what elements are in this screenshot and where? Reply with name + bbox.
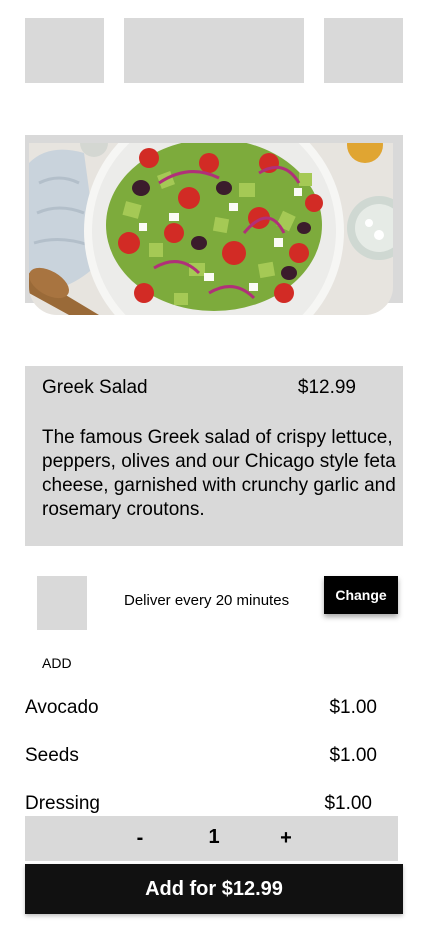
add-to-cart-button[interactable]: Add for $12.99 (25, 864, 403, 914)
delivery-frequency-text: Deliver every 20 minutes (124, 592, 290, 609)
quantity-value: 1 (208, 826, 220, 848)
change-delivery-button[interactable]: Change (324, 576, 398, 614)
header-right-placeholder[interactable] (324, 18, 403, 83)
header-left-placeholder[interactable] (25, 18, 104, 83)
increase-quantity-button[interactable]: + (271, 816, 301, 861)
greek-salad-image (29, 143, 393, 315)
addon-name-seeds[interactable]: Seeds (25, 745, 79, 767)
addons-heading: ADD (42, 655, 72, 671)
addon-name-dressing[interactable]: Dressing (25, 793, 100, 815)
addon-price-dressing: $1.00 (324, 793, 372, 814)
delivery-checkbox[interactable] (37, 576, 87, 630)
product-title: Greek Salad (42, 377, 148, 398)
addon-name-avocado[interactable]: Avocado (25, 697, 99, 719)
decrease-quantity-button[interactable]: - (125, 816, 155, 861)
addon-price-seeds: $1.00 (329, 745, 377, 766)
product-price: $12.99 (297, 377, 356, 398)
product-description: The famous Greek salad of crispy lettuce… (42, 427, 396, 520)
addon-price-avocado: $1.00 (329, 697, 377, 718)
header-logo-placeholder (124, 18, 304, 83)
